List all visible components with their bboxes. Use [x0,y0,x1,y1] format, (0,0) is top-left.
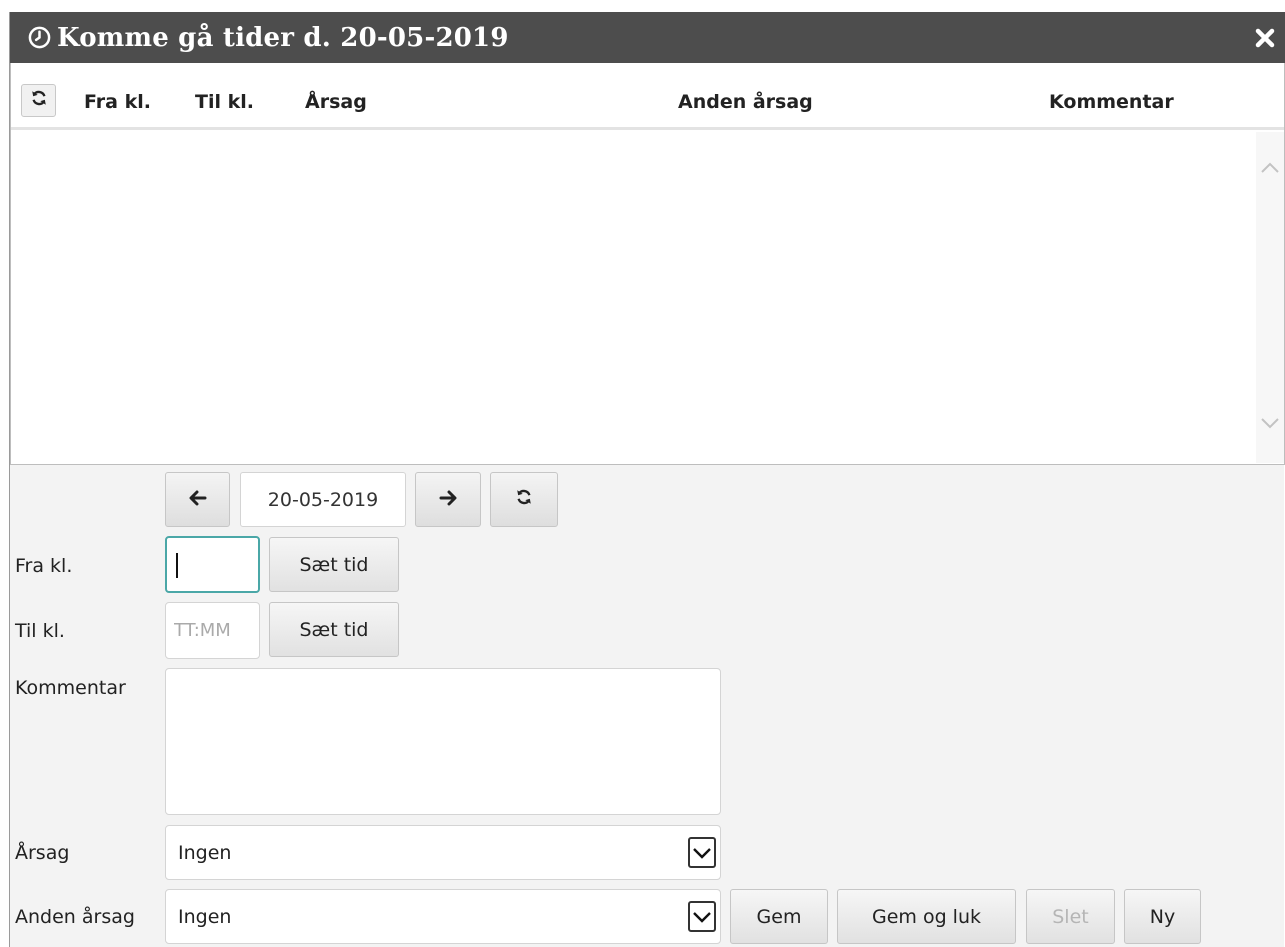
delete-button[interactable]: Slet [1026,889,1115,944]
save-button[interactable]: Gem [730,889,828,944]
time-dialog: Komme gå tider d. 20-05-2019 Fra kl. Til… [9,12,1285,947]
grid-scrollbar[interactable] [1256,132,1284,463]
chevron-down-icon[interactable] [688,837,716,868]
text-cursor [176,553,178,578]
clock-icon [28,26,51,49]
chevron-down-icon[interactable] [1260,413,1280,429]
aarsag-label: Årsag [15,842,70,864]
column-header-til[interactable]: Til kl. [195,91,254,113]
next-day-button[interactable] [415,472,481,527]
arrow-right-icon [439,489,457,511]
fra-label: Fra kl. [15,555,73,577]
grid-header: Fra kl. Til kl. Årsag Anden årsag Kommen… [11,63,1284,130]
anden-aarsag-selected-value: Ingen [178,905,232,928]
til-time-input[interactable] [165,602,260,659]
anden-aarsag-select[interactable]: Ingen [165,889,721,944]
fra-time-input[interactable] [165,536,260,593]
column-header-anden-aarsag[interactable]: Anden årsag [678,91,813,113]
aarsag-select[interactable]: Ingen [165,825,721,880]
anden-aarsag-label: Anden årsag [15,906,135,928]
dialog-titlebar: Komme gå tider d. 20-05-2019 [10,12,1285,63]
kommentar-textarea[interactable] [165,668,721,815]
dialog-title: Komme gå tider d. 20-05-2019 [57,22,509,53]
arrow-left-icon [189,489,207,511]
chevron-down-icon[interactable] [688,901,716,932]
close-icon[interactable] [1253,26,1277,50]
fra-set-time-button[interactable]: Sæt tid [269,537,399,592]
date-display[interactable]: 20-05-2019 [240,472,406,527]
kommentar-label: Kommentar [15,677,126,699]
refresh-icon [30,89,48,112]
date-refresh-button[interactable] [490,472,558,527]
new-button[interactable]: Ny [1124,889,1201,944]
refresh-icon [515,488,533,511]
time-entries-grid: Fra kl. Til kl. Årsag Anden årsag Kommen… [10,63,1285,465]
previous-day-button[interactable] [165,472,230,527]
column-header-aarsag[interactable]: Årsag [305,91,367,113]
column-header-fra[interactable]: Fra kl. [84,91,151,113]
chevron-up-icon[interactable] [1260,158,1280,173]
grid-refresh-button[interactable] [21,84,56,117]
til-set-time-button[interactable]: Sæt tid [269,602,399,657]
column-header-kommentar[interactable]: Kommentar [1049,91,1174,113]
til-label: Til kl. [15,620,65,642]
save-and-close-button[interactable]: Gem og luk [837,889,1016,944]
aarsag-selected-value: Ingen [178,841,232,864]
